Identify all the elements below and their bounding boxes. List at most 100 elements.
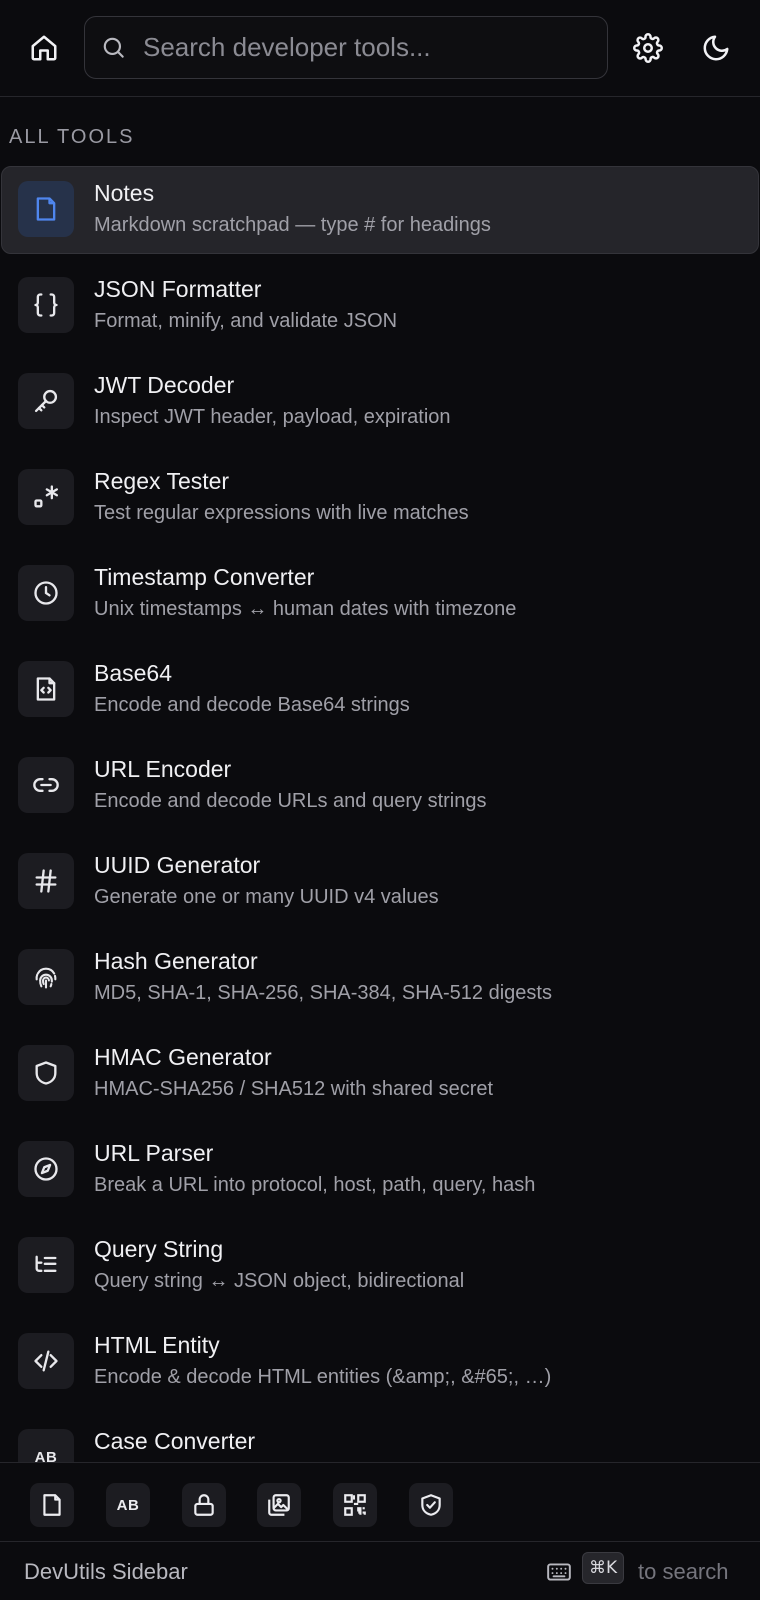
tool-description: Query string ↔ JSON object, bidirectiona… [94,1270,465,1292]
tool-item-json-formatter[interactable]: JSON Formatter Format, minify, and valid… [0,260,760,356]
search-box[interactable] [84,16,608,79]
tool-item-html-entity[interactable]: HTML Entity Encode & decode HTML entitie… [0,1316,760,1412]
regex-icon [34,485,59,508]
tool-description: Test regular expressions with live match… [94,502,469,524]
shield-icon [35,1061,57,1085]
gear-icon [633,33,663,63]
tool-item-notes[interactable]: Notes Markdown scratchpad — type # for h… [0,164,760,260]
tool-item-query-string[interactable]: Query String Query string ↔ JSON object,… [0,1220,760,1316]
link-icon [33,778,59,792]
tool-name: HMAC Generator [94,1044,272,1070]
case-icon: AB [116,1496,140,1514]
footer: DevUtils Sidebar ⌘K to search [0,1543,760,1600]
pinned-shield-check-button[interactable] [409,1483,453,1527]
settings-button[interactable] [624,24,672,72]
tool-icon-wrap [18,1045,74,1101]
tool-list: Notes Markdown scratchpad — type # for h… [0,164,760,1462]
pinned-lock-button[interactable] [182,1483,226,1527]
search-input[interactable] [143,17,593,78]
key-icon [34,389,58,413]
tool-name: Timestamp Converter [94,564,315,590]
tool-item-uuid-generator[interactable]: UUID Generator Generate one or many UUID… [0,836,760,932]
tool-item-timestamp-converter[interactable]: Timestamp Converter Unix timestamps ↔ hu… [0,548,760,644]
tool-name: URL Encoder [94,756,232,782]
shortcut-hint: to search [638,1559,729,1584]
moon-icon [703,35,729,61]
tool-description: Format, minify, and validate JSON [94,310,398,332]
tool-name: Hash Generator [94,948,258,974]
home-button[interactable] [20,24,68,72]
case-icon: AB [18,1429,74,1462]
tool-item-hash-generator[interactable]: Hash Generator MD5, SHA-1, SHA-256, SHA-… [0,932,760,1028]
search-icon [103,37,124,58]
tool-icon-wrap [18,373,74,429]
tool-icon-wrap [18,277,74,333]
tool-name: Notes [94,180,155,206]
tool-description: MD5, SHA-1, SHA-256, SHA-384, SHA-512 di… [94,982,552,1004]
tool-description: Encode & decode HTML entities (&amp;, &#… [94,1366,552,1388]
tool-item-url-encoder[interactable]: URL Encoder Encode and decode URLs and q… [0,740,760,836]
tool-name: Case Converter [94,1428,256,1454]
tool-icon-wrap [18,469,74,525]
tool-description: Unix timestamps ↔ human dates with timez… [94,598,517,620]
tool-icon-wrap [18,1141,74,1197]
clock-icon [34,581,58,605]
tool-name: UUID Generator [94,852,261,878]
file-icon [36,197,56,221]
tool-description: Encode and decode URLs and query strings [94,790,487,812]
pinned-notes-button[interactable] [30,1483,74,1527]
tool-item-hmac-generator[interactable]: HMAC Generator HMAC-SHA256 / SHA512 with… [0,1028,760,1124]
tool-icon-wrap [18,1237,74,1293]
compass-icon [34,1157,58,1181]
shortcut-badge: ⌘K [582,1552,625,1584]
tool-icon-wrap [18,853,74,909]
tool-name: URL Parser [94,1140,214,1166]
pinned-qr-code-button[interactable] [333,1483,377,1527]
list-tree-icon [35,1255,57,1272]
section-title: ALL TOOLS [9,126,135,148]
tool-description: HMAC-SHA256 / SHA512 with shared secret [94,1078,494,1100]
home-icon [31,35,57,61]
tool-icon-wrap [18,181,74,237]
tool-item-regex-tester[interactable]: Regex Tester Test regular expressions wi… [0,452,760,548]
hash-icon [35,869,57,893]
pinned-case-converter-button[interactable]: AB [106,1483,150,1527]
lock-icon [194,1494,214,1516]
top-bar [0,0,760,97]
tool-icon-wrap [18,1333,74,1389]
code-icon [34,1350,58,1372]
theme-toggle-button[interactable] [692,24,740,72]
tool-name: JSON Formatter [94,276,262,302]
image-icon [268,1494,290,1516]
tool-description: Markdown scratchpad — type # for heading… [94,214,491,236]
tool-name: Regex Tester [94,468,230,494]
tool-description: Inspect JWT header, payload, expiration [94,406,451,428]
tool-description: Generate one or many UUID v4 values [94,886,439,908]
tool-item-case-converter[interactable]: AB Case Converter [0,1412,760,1462]
tool-item-base64[interactable]: Base64 Encode and decode Base64 strings [0,644,760,740]
tool-icon-wrap [18,757,74,813]
tool-name: Base64 [94,660,173,686]
tool-item-jwt-decoder[interactable]: JWT Decoder Inspect JWT header, payload,… [0,356,760,452]
tool-name: HTML Entity [94,1332,220,1358]
tool-icon-wrap [18,949,74,1005]
pinned-image-button[interactable] [257,1483,301,1527]
shield-check-icon [421,1494,441,1516]
pinned-tools-bar: AB [0,1462,760,1542]
tool-item-url-parser[interactable]: URL Parser Break a URL into protocol, ho… [0,1124,760,1220]
tool-description: Encode and decode Base64 strings [94,694,410,716]
keyboard-icon [547,1563,571,1581]
tool-icon-wrap [18,565,74,621]
tool-name: JWT Decoder [94,372,235,398]
qr-code-icon [344,1494,366,1516]
fingerprint-icon [35,967,57,989]
file-code-icon [36,677,56,701]
tool-icon-wrap [18,661,74,717]
tool-name: Query String [94,1236,224,1262]
footer-title: DevUtils Sidebar [24,1559,188,1584]
devutils-sidebar: ALL TOOLS Notes Markdown scratchpad — ty… [0,0,760,1600]
file-icon [43,1494,61,1516]
braces-icon [34,293,58,317]
case-icon-text: AB [34,1448,58,1463]
tool-description: Break a URL into protocol, host, path, q… [94,1174,536,1196]
